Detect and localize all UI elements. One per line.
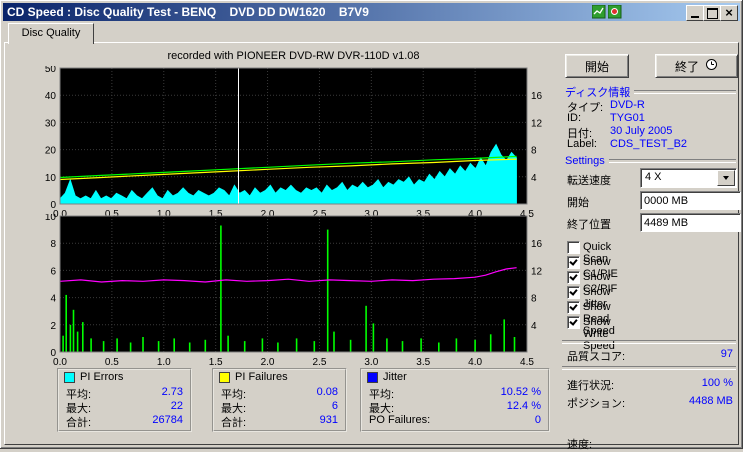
position-label: ポジション:: [567, 398, 626, 410]
svg-text:8: 8: [50, 239, 56, 250]
disc-info-header: ディスク情報: [565, 84, 736, 100]
svg-text:2.0: 2.0: [261, 357, 275, 366]
start-button-label: 開始: [584, 59, 609, 74]
disc-label-row: Label: CDS_TEST_B2: [567, 138, 688, 150]
end-position-input[interactable]: [640, 213, 741, 232]
record-icon[interactable]: [607, 4, 622, 19]
disc-id-row: ID: TYG01: [567, 112, 645, 124]
svg-text:3.5: 3.5: [416, 357, 430, 366]
svg-text:4: 4: [531, 321, 537, 332]
minimize-button[interactable]: [686, 5, 704, 21]
svg-text:8: 8: [531, 146, 537, 157]
transfer-speed-label: 転送速度: [567, 175, 611, 187]
svg-text:4.0: 4.0: [468, 357, 482, 366]
svg-text:3.0: 3.0: [364, 357, 378, 366]
pi-failures-jitter-chart: 02468104812160.0 0.5 1.0 1.5 2.0 2.5 3.0 3.5 4.0…: [45, 214, 543, 366]
exit-button[interactable]: 終了: [655, 54, 738, 78]
svg-text:0.5: 0.5: [105, 357, 119, 366]
svg-text:10: 10: [45, 173, 57, 184]
svg-text:6: 6: [50, 266, 56, 277]
svg-text:0.0: 0.0: [53, 357, 67, 366]
clock-icon: [705, 58, 718, 74]
svg-text:50: 50: [45, 66, 57, 75]
svg-text:30: 30: [45, 118, 57, 129]
maximize-icon: [706, 7, 718, 19]
stat-row: PO Failures: 0: [369, 414, 541, 426]
svg-text:12: 12: [531, 118, 543, 129]
window-title: CD Speed : Disc Quality Test - BENQ DVD …: [7, 5, 369, 19]
svg-text:16: 16: [531, 239, 543, 250]
tab-label: Disc Quality: [21, 27, 81, 39]
recorded-with-note: recorded with PIONEER DVD-RW DVR-110D v1…: [167, 50, 420, 62]
exit-button-label: 終了: [674, 59, 699, 74]
position-value: 4488 MB: [688, 395, 733, 407]
minimize-icon: [691, 15, 699, 18]
progress-label: 進行状況:: [567, 380, 615, 392]
speed-row: 速度:: [567, 436, 733, 452]
svg-text:16: 16: [531, 91, 543, 102]
speed-label: 速度:: [567, 439, 593, 451]
pi-failures-stats-header: PI Failures: [219, 371, 288, 383]
check-icon: [569, 317, 578, 326]
svg-text:10: 10: [45, 214, 57, 223]
tab-disc-quality[interactable]: Disc Quality: [8, 23, 94, 44]
stat-row: 合計: 26784: [66, 414, 183, 429]
pi-failures-legend-swatch: [219, 371, 230, 383]
jitter-stats-box: Jitter 平均: 10.52 % 最大: 12.4 % PO Failures:…: [360, 368, 550, 432]
svg-text:1.5: 1.5: [209, 357, 223, 366]
transfer-speed-combobox[interactable]: 4 X: [640, 168, 737, 188]
check-icon: [569, 272, 578, 281]
svg-text:12: 12: [531, 266, 543, 277]
progress-value: 100 %: [701, 377, 733, 389]
titlebar: CD Speed : Disc Quality Test - BENQ DVD …: [3, 3, 740, 21]
settings-header: Settings: [565, 155, 736, 167]
app-window: { "window": { "title": "CD Speed : Disc …: [0, 0, 743, 452]
progress-row: 進行状況: 100 %: [567, 377, 733, 393]
start-button[interactable]: 開始: [565, 54, 629, 78]
transfer-speed-value: 4 X: [645, 171, 662, 183]
svg-text:1.0: 1.0: [157, 357, 171, 366]
start-position-label: 開始: [567, 197, 589, 209]
svg-text:4: 4: [531, 173, 537, 184]
maximize-button[interactable]: [703, 5, 721, 21]
quality-score-label: 品質スコア:: [567, 351, 626, 363]
svg-text:2.5: 2.5: [312, 357, 326, 366]
end-position-label: 終了位置: [567, 219, 611, 231]
quality-score-row: 品質スコア: 97: [567, 348, 733, 364]
check-icon: [569, 302, 578, 311]
combobox-dropdown-button[interactable]: [717, 170, 735, 186]
svg-text:4: 4: [50, 294, 56, 305]
check-icon: [569, 287, 578, 296]
svg-text:40: 40: [45, 91, 57, 102]
pi-errors-stats-title: PI Errors: [80, 371, 124, 383]
svg-text:20: 20: [45, 146, 57, 157]
pi-failures-stats-title: PI Failures: [235, 371, 288, 383]
close-button[interactable]: ×: [720, 5, 738, 21]
check-icon: [569, 257, 578, 266]
graph-icon[interactable]: [591, 4, 606, 19]
pi-errors-stats-box: PI Errors 平均: 2.73 最大: 22 合計: 26784: [57, 368, 192, 432]
divider: [562, 366, 736, 370]
position-row: ポジション: 4488 MB: [567, 395, 733, 411]
svg-text:2: 2: [50, 321, 56, 332]
pi-failures-stats-box: PI Failures 平均: 0.08 最大: 6 合計: 931: [212, 368, 347, 432]
quality-score-value: 97: [720, 348, 733, 360]
pi-errors-legend-swatch: [64, 371, 75, 383]
pi-errors-chart: 010203040504812160.0 0.5 1.0 1.5 2.0 2.5 3.0 3.…: [45, 66, 543, 218]
jitter-stats-title: Jitter: [383, 371, 407, 383]
close-icon: ×: [725, 5, 733, 20]
chevron-down-icon: [723, 176, 729, 180]
divider: [562, 340, 736, 344]
svg-text:8: 8: [531, 294, 537, 305]
jitter-legend-swatch: [367, 371, 378, 383]
stat-row: 合計: 931: [221, 414, 338, 429]
start-position-input[interactable]: [640, 191, 741, 210]
svg-text:4.5: 4.5: [520, 357, 534, 366]
jitter-stats-header: Jitter: [367, 371, 407, 383]
pi-errors-stats-header: PI Errors: [64, 371, 123, 383]
